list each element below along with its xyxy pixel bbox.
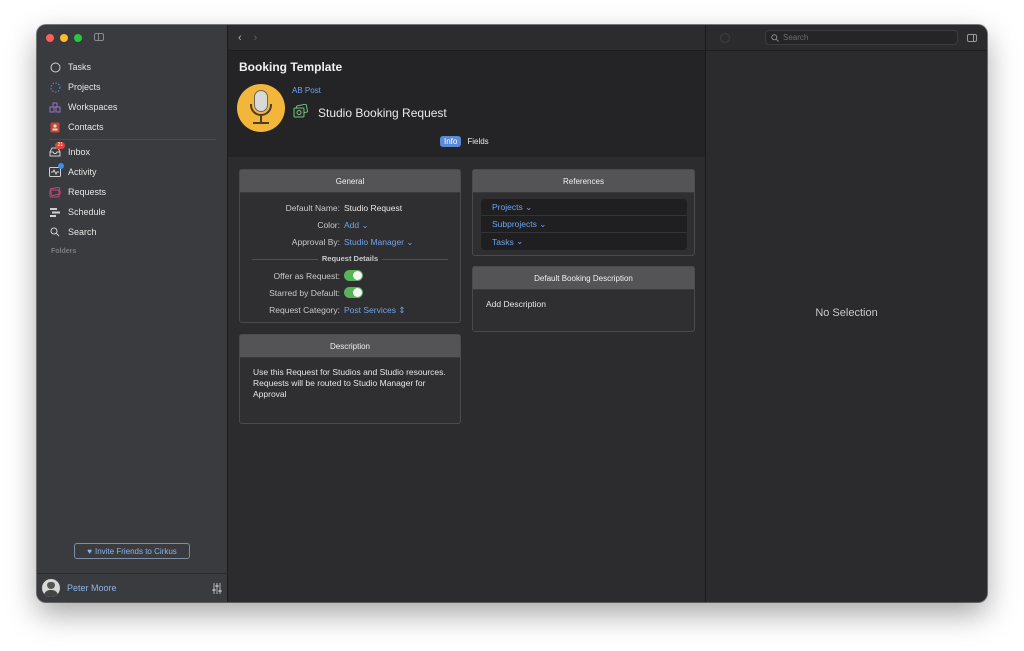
sidebar: Tasks Projects Workspaces Contacts 21 In… xyxy=(37,25,228,602)
page-title: Booking Template xyxy=(239,60,343,74)
panel-heading: General xyxy=(240,170,460,193)
parent-link[interactable]: AB Post xyxy=(292,86,321,95)
booking-description-panel: Default Booking Description Add Descript… xyxy=(472,266,695,332)
search-icon xyxy=(49,226,61,238)
sidebar-item-projects[interactable]: Projects xyxy=(37,77,228,97)
chevron-down-icon: ⌄ xyxy=(516,236,524,246)
sidebar-item-label: Projects xyxy=(68,82,101,92)
sidebar-item-workspaces[interactable]: Workspaces xyxy=(37,97,228,117)
dashed-circle-icon xyxy=(49,81,61,93)
microphone-icon[interactable] xyxy=(237,84,285,132)
sidebar-item-requests[interactable]: Requests xyxy=(37,182,228,202)
starred-label: Starred by Default: xyxy=(269,288,340,298)
inbox-icon: 21 xyxy=(49,142,65,158)
tab-info[interactable]: Info xyxy=(440,136,462,147)
references-list: Projects ⌄ Subprojects ⌄ Tasks ⌄ xyxy=(481,199,687,250)
invite-friends-button[interactable]: ♥ Invite Friends to Cirkus xyxy=(74,543,190,559)
sidebar-item-tasks[interactable]: Tasks xyxy=(37,57,228,77)
window-controls xyxy=(46,34,82,42)
inspector-toolbar xyxy=(706,25,987,51)
chevron-down-icon: ⌄ xyxy=(361,220,369,230)
category-select[interactable]: Post Services ⇕ xyxy=(344,305,405,316)
description-text[interactable]: Use this Request for Studios and Studio … xyxy=(253,367,448,400)
sidebar-item-label: Contacts xyxy=(68,122,104,132)
workspaces-icon xyxy=(49,101,61,113)
chevron-down-icon: ⌄ xyxy=(525,201,533,212)
default-name-value[interactable]: Studio Request xyxy=(344,203,402,213)
sidebar-item-label: Search xyxy=(68,227,97,237)
sidebar-divider xyxy=(49,139,216,140)
reference-projects[interactable]: Projects ⌄ xyxy=(481,199,687,216)
sidebar-item-inbox[interactable]: 21 Inbox xyxy=(37,142,228,162)
approval-dropdown[interactable]: Studio Manager ⌄ xyxy=(344,237,414,248)
sidebar-item-contacts[interactable]: Contacts xyxy=(37,117,228,137)
sidebar-toggle-icon[interactable] xyxy=(94,33,104,41)
sidebar-item-activity[interactable]: Activity xyxy=(37,162,228,182)
description-panel: Description Use this Request for Studios… xyxy=(239,334,461,424)
chevron-down-icon: ⌄ xyxy=(406,237,414,247)
empty-state-text: No Selection xyxy=(815,307,878,319)
minimize-window-button[interactable] xyxy=(60,34,68,42)
sidebar-item-label: Tasks xyxy=(68,62,92,72)
user-bar: Peter Moore xyxy=(37,573,228,602)
sidebar-item-label: Activity xyxy=(68,167,97,177)
sidebar-item-schedule[interactable]: Schedule xyxy=(37,202,228,222)
request-details-heading: Request Details xyxy=(317,254,383,263)
default-name-label: Default Name: xyxy=(285,203,340,213)
user-name[interactable]: Peter Moore xyxy=(67,583,117,593)
sidebar-item-search[interactable]: Search xyxy=(37,222,228,242)
info-icon[interactable] xyxy=(720,33,730,43)
sidebar-item-label: Inbox xyxy=(68,147,91,157)
color-dropdown[interactable]: Add ⌄ xyxy=(344,220,369,231)
offer-label: Offer as Request: xyxy=(273,271,340,281)
main-content: ‹ › Booking Template AB Post Studio Book… xyxy=(228,25,705,602)
forward-button[interactable]: › xyxy=(254,32,258,44)
starred-toggle[interactable] xyxy=(344,287,363,298)
circle-icon xyxy=(49,61,61,73)
activity-dot-badge xyxy=(58,163,64,169)
search-icon xyxy=(771,33,779,42)
panel-heading: Description xyxy=(240,335,460,358)
sidebar-nav: Tasks Projects Workspaces Contacts 21 In… xyxy=(37,57,228,255)
activity-icon xyxy=(49,163,64,178)
add-description-field[interactable]: Add Description xyxy=(486,299,681,310)
tab-fields[interactable]: Fields xyxy=(465,136,490,147)
inbox-count-badge: 21 xyxy=(55,142,65,149)
search-field[interactable] xyxy=(765,30,958,45)
sidebar-item-label: Schedule xyxy=(68,207,106,217)
chevron-down-icon: ⌄ xyxy=(539,218,547,229)
requests-icon xyxy=(293,104,309,118)
avatar[interactable] xyxy=(42,579,60,597)
offer-toggle[interactable] xyxy=(344,270,363,281)
approval-label: Approval By: xyxy=(291,237,340,247)
invite-label: Invite Friends to Cirkus xyxy=(94,546,177,556)
color-label: Color: xyxy=(317,220,340,230)
references-panel: References Projects ⌄ Subprojects ⌄ Task… xyxy=(472,169,695,256)
requests-icon xyxy=(49,186,61,198)
contacts-icon xyxy=(49,121,61,133)
back-button[interactable]: ‹ xyxy=(238,32,242,44)
folders-heading: Folders xyxy=(51,248,77,255)
main-toolbar: ‹ › xyxy=(228,25,705,51)
app-window: Tasks Projects Workspaces Contacts 21 In… xyxy=(37,25,987,602)
request-title[interactable]: Studio Booking Request xyxy=(318,106,447,120)
sidebar-item-label: Requests xyxy=(68,187,107,197)
sliders-icon[interactable] xyxy=(212,583,222,594)
reference-tasks[interactable]: Tasks ⌄ xyxy=(481,233,687,250)
inspector-toggle-icon[interactable] xyxy=(967,34,977,42)
close-window-button[interactable] xyxy=(46,34,54,42)
general-panel: General Default Name: Studio Request Col… xyxy=(239,169,461,323)
reference-subprojects[interactable]: Subprojects ⌄ xyxy=(481,216,687,233)
heart-icon: ♥ xyxy=(87,546,92,556)
chevron-updown-icon: ⇕ xyxy=(398,305,406,315)
tab-bar: Info Fields xyxy=(440,136,491,147)
panel-heading: Default Booking Description xyxy=(473,267,694,290)
panel-heading: References xyxy=(473,170,694,193)
search-input[interactable] xyxy=(783,33,943,42)
zoom-window-button[interactable] xyxy=(74,34,82,42)
inspector-pane: No Selection xyxy=(705,25,987,602)
schedule-icon xyxy=(49,206,61,218)
category-label: Request Category: xyxy=(269,305,340,315)
sidebar-item-label: Workspaces xyxy=(68,102,118,112)
